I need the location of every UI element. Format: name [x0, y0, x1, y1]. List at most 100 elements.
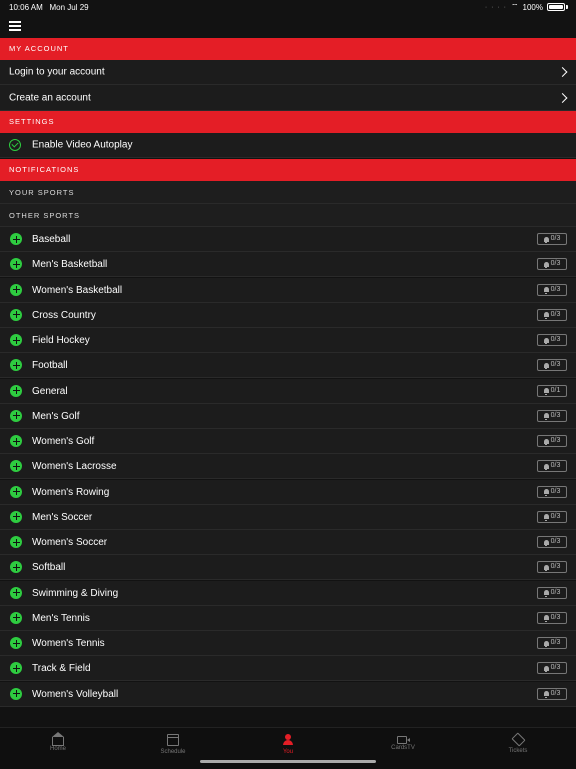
tab-you[interactable]: You — [258, 734, 318, 755]
sport-name: Men's Tennis — [32, 612, 90, 624]
calendar-icon — [167, 734, 179, 746]
sport-row[interactable]: Women's Tennis 0/3 — [0, 631, 576, 656]
add-circle-icon[interactable] — [10, 536, 22, 548]
bell-icon — [543, 691, 549, 698]
add-circle-icon[interactable] — [10, 334, 22, 346]
sport-name: Softball — [32, 562, 66, 574]
notification-count: 0/3 — [550, 512, 561, 520]
user-icon — [282, 734, 294, 746]
notification-count-badge[interactable]: 0/3 — [537, 308, 567, 321]
bell-icon — [543, 413, 549, 420]
sport-row[interactable]: Swimming & Diving 0/3 — [0, 580, 576, 606]
notification-count-badge[interactable]: 0/3 — [537, 435, 567, 447]
notification-count-badge[interactable]: 0/3 — [537, 561, 567, 574]
sport-row[interactable]: General 0/1 — [0, 378, 576, 404]
sport-row[interactable]: Softball 0/3 — [0, 555, 576, 581]
add-circle-icon[interactable] — [10, 611, 22, 624]
notification-count: 0/3 — [550, 411, 561, 419]
tab-cardstv[interactable]: CardsTV — [373, 734, 433, 751]
more-dots-icon: · · · · — [484, 3, 507, 11]
autoplay-label: Enable Video Autoplay — [32, 139, 133, 151]
add-circle-icon[interactable] — [10, 637, 22, 649]
sport-row[interactable]: Women's Rowing 0/3 — [0, 479, 576, 505]
sport-name: Women's Lacrosse — [32, 461, 117, 473]
sport-name: Women's Tennis — [32, 638, 105, 649]
tab-home-label: Home — [49, 746, 66, 752]
add-circle-icon[interactable] — [10, 233, 22, 245]
sport-row[interactable]: Men's Golf 0/3 — [0, 403, 576, 429]
bell-icon — [543, 514, 549, 521]
notification-count-badge[interactable]: 0/3 — [537, 485, 567, 498]
add-circle-icon[interactable] — [10, 662, 22, 675]
add-circle-icon[interactable] — [10, 485, 22, 498]
status-right: · · · · ⌔ 100% — [485, 2, 568, 12]
bell-icon — [543, 665, 549, 673]
notification-count-badge[interactable]: 0/3 — [537, 662, 567, 675]
add-circle-icon[interactable] — [10, 687, 22, 700]
battery-percent: 100% — [522, 2, 543, 12]
notification-count-badge[interactable]: 0/3 — [537, 536, 567, 548]
notification-count-badge[interactable]: 0/3 — [537, 233, 567, 245]
add-circle-icon[interactable] — [10, 283, 22, 296]
notification-count: 0/3 — [550, 613, 561, 621]
sport-row[interactable]: Men's Tennis 0/3 — [0, 605, 576, 631]
notification-count: 0/3 — [550, 588, 561, 596]
sport-row[interactable]: Men's Soccer 0/3 — [0, 504, 576, 530]
add-circle-icon[interactable] — [10, 460, 22, 473]
notification-count: 0/3 — [550, 260, 561, 268]
sport-row[interactable]: Field Hockey 0/3 — [0, 328, 576, 353]
sport-row[interactable]: Women's Golf 0/3 — [0, 429, 576, 454]
add-circle-icon[interactable] — [10, 409, 22, 422]
notification-count: 0/3 — [550, 310, 561, 318]
sport-row[interactable]: Cross Country 0/3 — [0, 302, 576, 328]
bell-icon — [543, 337, 549, 344]
hamburger-menu-icon[interactable] — [9, 21, 21, 31]
add-circle-icon[interactable] — [10, 510, 22, 523]
notification-count-badge[interactable]: 0/3 — [537, 283, 567, 296]
notification-count-badge[interactable]: 0/3 — [537, 687, 567, 700]
sport-row[interactable]: Baseball 0/3 — [0, 227, 576, 252]
add-circle-icon[interactable] — [10, 586, 22, 599]
sport-row[interactable]: Women's Lacrosse 0/3 — [0, 454, 576, 480]
notification-count-badge[interactable]: 0/1 — [537, 384, 567, 397]
add-circle-icon[interactable] — [10, 258, 22, 271]
autoplay-row[interactable]: Enable Video Autoplay — [0, 133, 576, 158]
sport-row[interactable]: Men's Basketball 0/3 — [0, 252, 576, 278]
add-circle-icon[interactable] — [10, 561, 22, 574]
tab-schedule[interactable]: Schedule — [143, 734, 203, 755]
notification-count-badge[interactable]: 0/3 — [537, 359, 567, 372]
bell-icon — [543, 640, 549, 647]
notification-count-badge[interactable]: 0/3 — [537, 611, 567, 624]
notification-count-badge[interactable]: 0/3 — [537, 586, 567, 599]
notification-count: 0/1 — [550, 386, 561, 394]
tab-home[interactable]: Home — [28, 732, 88, 752]
notification-count-badge[interactable]: 0/3 — [537, 258, 567, 271]
bell-icon — [543, 615, 549, 622]
bell-icon — [543, 362, 549, 370]
sport-row[interactable]: Women's Soccer 0/3 — [0, 530, 576, 555]
add-circle-icon[interactable] — [10, 359, 22, 372]
section-notifications: NOTIFICATIONS — [0, 159, 576, 181]
sport-row[interactable]: Women's Basketball 0/3 — [0, 277, 576, 303]
notification-count-badge[interactable]: 0/3 — [537, 334, 567, 346]
create-account-label: Create an account — [9, 92, 91, 103]
notification-count: 0/3 — [550, 563, 561, 571]
notification-count-badge[interactable]: 0/3 — [537, 460, 567, 473]
add-circle-icon[interactable] — [10, 308, 22, 321]
sport-row[interactable]: Women's Volleyball 0/3 — [0, 681, 576, 707]
tab-tickets[interactable]: Tickets — [488, 732, 548, 754]
checkmark-icon[interactable] — [9, 139, 21, 151]
tab-schedule-label: Schedule — [160, 749, 186, 755]
add-circle-icon[interactable] — [10, 384, 22, 397]
notification-count: 0/3 — [550, 664, 561, 672]
notification-count-badge[interactable]: 0/3 — [537, 409, 567, 422]
sport-name: Baseball — [32, 234, 71, 245]
notification-count-badge[interactable]: 0/3 — [537, 637, 567, 649]
sport-row[interactable]: Track & Field 0/3 — [0, 656, 576, 682]
add-circle-icon[interactable] — [10, 435, 22, 447]
sport-row[interactable]: Football 0/3 — [0, 353, 576, 379]
bell-icon — [543, 590, 549, 597]
notification-count-badge[interactable]: 0/3 — [537, 510, 567, 523]
create-account-row[interactable]: Create an account — [0, 85, 576, 111]
login-row[interactable]: Login to your account — [0, 60, 576, 85]
